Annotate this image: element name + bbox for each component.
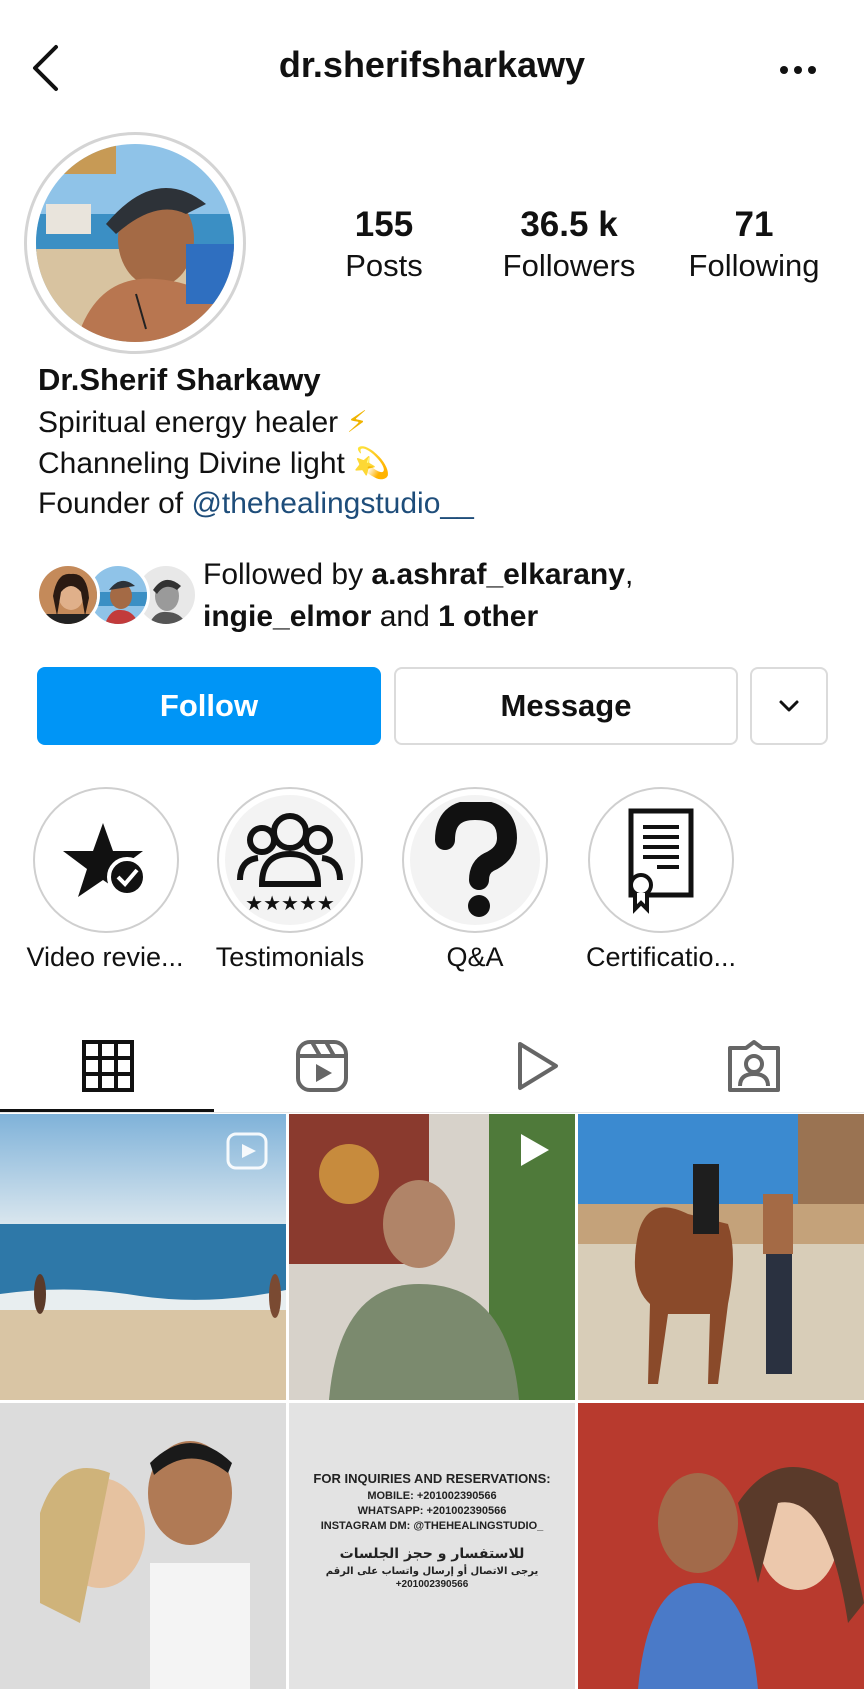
info-card-arabic-2: يرجى الاتصال أو إرسال واتساب على الرقم bbox=[325, 1566, 539, 1577]
info-card-arabic-1: للاستفسار و حجز الجلسات bbox=[339, 1546, 525, 1562]
following-count[interactable]: 71 Following bbox=[669, 205, 839, 287]
post-tile-2[interactable] bbox=[289, 1114, 575, 1400]
bio-line-3: Founder of @thehealingstudio__ bbox=[38, 487, 474, 521]
bio-mention-link[interactable]: @thehealingstudio__ bbox=[191, 487, 473, 520]
mutual-others: 1 other bbox=[438, 600, 539, 633]
highlight-label-testimonials: Testimonials bbox=[215, 942, 365, 972]
profile-name: Dr.Sherif Sharkawy bbox=[38, 362, 321, 397]
active-tab-indicator bbox=[0, 1109, 214, 1112]
posts-label: Posts bbox=[345, 248, 423, 283]
dizzy-emoji: 💫 bbox=[353, 446, 391, 481]
chevron-down-icon bbox=[779, 700, 799, 712]
star-check-icon bbox=[63, 823, 147, 897]
highlight-qa[interactable] bbox=[402, 787, 548, 933]
message-button[interactable]: Message bbox=[394, 667, 738, 745]
suggested-dropdown-button[interactable] bbox=[750, 667, 828, 745]
certificate-icon bbox=[628, 808, 694, 914]
following-label: Following bbox=[688, 248, 820, 283]
lightning-emoji: ⚡ bbox=[346, 405, 368, 440]
highlight-certifications[interactable] bbox=[588, 787, 734, 933]
followers-count[interactable]: 36.5 k Followers bbox=[484, 205, 654, 287]
info-card-line-3: WHATSAPP: +201002390566 bbox=[357, 1505, 507, 1517]
bio-text-2: Channeling Divine light bbox=[38, 447, 345, 480]
mutual-avatar-1 bbox=[36, 563, 100, 627]
post-tile-1[interactable] bbox=[0, 1114, 286, 1400]
highlight-label-certifications: Certificatio... bbox=[585, 942, 737, 972]
highlight-label-video-reviews: Video revie... bbox=[26, 942, 184, 972]
posts-count[interactable]: 155 Posts bbox=[299, 205, 469, 287]
info-card-arabic-3: +201002390566 bbox=[395, 1579, 469, 1590]
followed-by-prefix: Followed by bbox=[203, 558, 372, 591]
followers-value: 36.5 k bbox=[520, 205, 618, 244]
avatar[interactable] bbox=[36, 144, 234, 342]
followed-by-separator: , bbox=[624, 558, 634, 591]
highlight-video-reviews[interactable] bbox=[33, 787, 179, 933]
post-tile-5[interactable]: FOR INQUIRIES AND RESERVATIONS: MOBILE: … bbox=[289, 1403, 575, 1689]
mutual-user-2: ingie_elmor bbox=[203, 600, 372, 633]
tab-bar-divider bbox=[0, 1112, 864, 1113]
following-value: 71 bbox=[734, 205, 774, 244]
bio-line-2: Channeling Divine light 💫 bbox=[38, 446, 391, 481]
followers-label: Followers bbox=[502, 248, 636, 283]
more-options-icon[interactable] bbox=[778, 60, 818, 80]
info-card-line-1: FOR INQUIRIES AND RESERVATIONS: bbox=[313, 1471, 551, 1486]
followed-by-and: and bbox=[371, 600, 439, 633]
question-mark-icon bbox=[435, 802, 518, 917]
post-tile-3[interactable] bbox=[578, 1114, 864, 1400]
people-stars-icon: ★★★★★ bbox=[237, 813, 343, 915]
bio-text-3: Founder of bbox=[38, 487, 192, 520]
bio-text-1: Spiritual energy healer bbox=[38, 406, 339, 439]
tagged-icon[interactable] bbox=[726, 1038, 782, 1094]
post-tile-6[interactable] bbox=[578, 1403, 864, 1689]
highlight-testimonials[interactable]: ★★★★★ bbox=[217, 787, 363, 933]
info-card-line-2: MOBILE: +201002390566 bbox=[367, 1490, 497, 1502]
mutual-followers-avatars[interactable] bbox=[36, 563, 198, 629]
grid-icon[interactable] bbox=[80, 1038, 136, 1094]
bio-line-1: Spiritual energy healer ⚡ bbox=[38, 405, 368, 440]
highlight-label-qa: Q&A bbox=[446, 942, 504, 972]
profile-username-title: dr.sherifsharkawy bbox=[278, 44, 586, 85]
reels-icon[interactable] bbox=[294, 1038, 350, 1094]
followed-by-text[interactable]: Followed by a.ashraf_elkarany, ingie_elm… bbox=[203, 554, 633, 638]
svg-text:★★★★★: ★★★★★ bbox=[245, 891, 335, 915]
mutual-user-1: a.ashraf_elkarany bbox=[371, 558, 625, 591]
follow-button[interactable]: Follow bbox=[37, 667, 381, 745]
info-card-line-4: INSTAGRAM DM: @THEHEALINGSTUDIO_ bbox=[320, 1520, 544, 1532]
posts-value: 155 bbox=[354, 205, 414, 244]
play-icon[interactable] bbox=[508, 1038, 564, 1094]
post-tile-4[interactable] bbox=[0, 1403, 286, 1689]
